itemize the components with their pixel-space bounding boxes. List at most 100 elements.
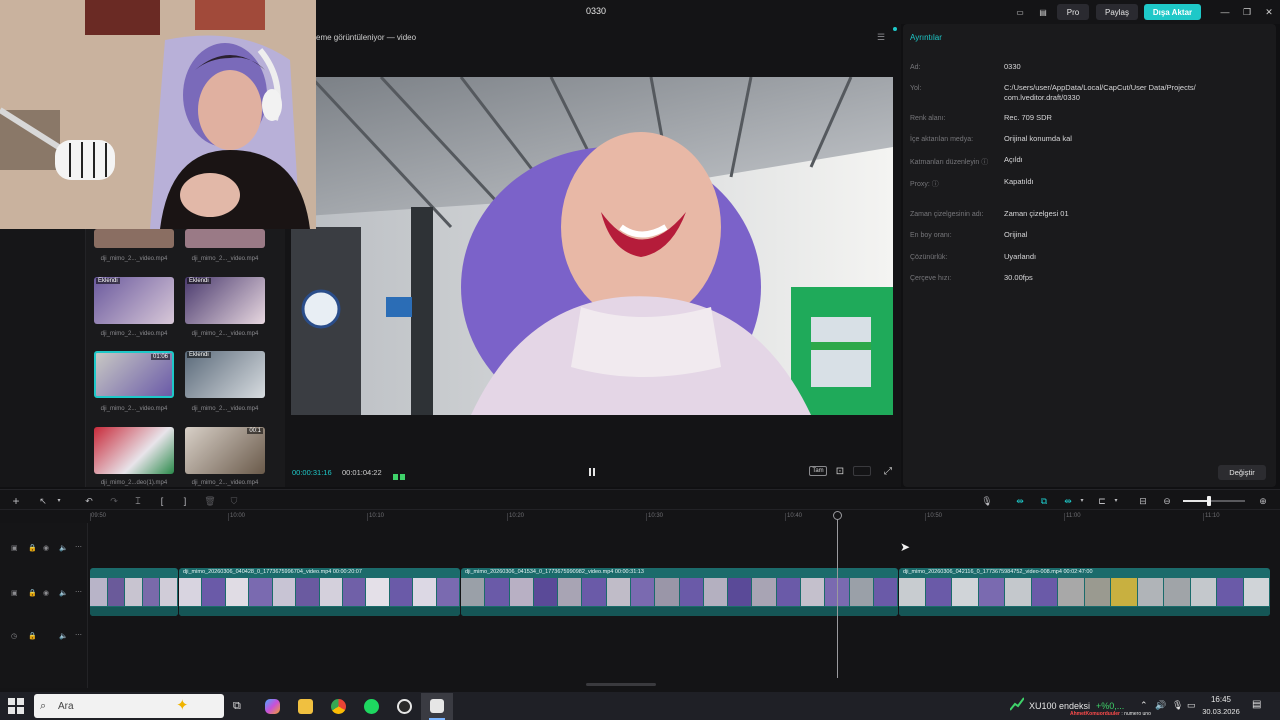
chrome-icon[interactable] — [331, 699, 346, 714]
stream-ticker: AhmetKomuorduuler : numero uno — [1070, 711, 1151, 717]
clip-label: dji_mimo_20260306_041534_0_1773675990982… — [465, 569, 644, 575]
network-icon[interactable]: ▭ — [1187, 700, 1196, 711]
pause-button[interactable] — [586, 465, 598, 477]
webcam-image — [0, 0, 316, 229]
export-button[interactable]: Dışa Aktar — [1144, 4, 1201, 20]
media-thumbnail[interactable]: Eklendi — [94, 277, 174, 324]
fullscreen-icon[interactable]: ⤢ — [881, 465, 895, 477]
sparkle-icon: ✦ — [176, 697, 189, 714]
magnet-icon[interactable]: ⧉ — [1037, 494, 1051, 508]
media-name: dji_mimo_2..._video.mp4 — [100, 331, 168, 337]
chevron-down-icon[interactable]: ▾ — [1109, 494, 1123, 508]
speaker-icon[interactable]: 🔈 — [59, 632, 68, 640]
add-icon[interactable]: + — [9, 494, 23, 508]
playhead[interactable] — [837, 512, 838, 678]
preview-axis-icon[interactable]: ⇹ — [1061, 494, 1075, 508]
shortcut-icon[interactable]: ▤ — [1035, 4, 1051, 20]
link-clips-icon[interactable]: ⇹ — [1013, 494, 1027, 508]
notification-icon[interactable]: ▤ — [1252, 699, 1261, 710]
layout-icon[interactable]: ▭ — [1011, 4, 1029, 20]
lock-icon[interactable]: 🔒 — [28, 544, 37, 552]
split-icon[interactable]: ⌶ — [131, 494, 145, 508]
redo-icon[interactable]: ↷ — [107, 494, 121, 508]
snapshot-icon[interactable]: ⊡ — [833, 465, 847, 477]
trim-right-icon[interactable]: ] — [178, 494, 192, 508]
chevron-up-icon[interactable]: ⌃ — [1140, 700, 1148, 711]
minimize-icon[interactable]: — — [1214, 4, 1236, 20]
delete-icon[interactable]: 🗑 — [203, 494, 217, 508]
obs-icon[interactable] — [397, 699, 412, 714]
video-preview[interactable] — [291, 77, 893, 415]
track-cover-icon[interactable]: ▣ — [11, 589, 18, 597]
added-badge: Eklendi — [187, 352, 211, 358]
capcut-taskbar-item[interactable] — [421, 693, 453, 720]
clock-date[interactable]: 30.03.2026 — [1200, 707, 1242, 716]
file-explorer-icon[interactable] — [298, 699, 313, 714]
change-button[interactable]: Değiştir — [1218, 465, 1266, 480]
close-icon[interactable]: ✕ — [1258, 4, 1280, 20]
volume-icon[interactable]: 🔊 — [1155, 700, 1166, 711]
media-thumbnail[interactable]: 00:1 — [185, 427, 265, 474]
more-icon[interactable]: ⋯ — [75, 631, 82, 639]
playhead-handle[interactable] — [833, 511, 842, 520]
zoom-out-icon[interactable]: ⊖ — [1160, 494, 1174, 508]
task-view-icon[interactable]: ⧉ — [233, 700, 241, 713]
shield-icon[interactable]: ⛉ — [227, 494, 241, 508]
zoom-slider-handle[interactable] — [1207, 496, 1211, 506]
speaker-icon[interactable]: 🔈 — [59, 589, 68, 597]
pro-button[interactable]: Pro — [1057, 4, 1089, 20]
chevron-down-icon[interactable]: ▾ — [1075, 494, 1089, 508]
media-thumbnail-selected[interactable]: 01:06 — [94, 351, 174, 398]
undo-icon[interactable]: ↶ — [82, 494, 96, 508]
timeline-clip[interactable] — [90, 568, 178, 616]
media-name: dji_mimo_2..._video.mp4 — [191, 480, 259, 486]
timeline-scrollbar[interactable] — [586, 683, 656, 686]
menu-icon[interactable]: ☰ — [877, 32, 885, 43]
timeline-clip[interactable]: dji_mimo_20260306_041534_0_1773675990982… — [461, 568, 898, 616]
ruler-tick — [1203, 513, 1204, 521]
more-icon[interactable]: ⋯ — [75, 543, 82, 551]
pro-label: Pro — [1066, 7, 1080, 17]
stock-name[interactable]: XU100 endeksi — [1029, 701, 1090, 711]
restore-icon[interactable]: ❐ — [1236, 4, 1258, 20]
detail-value: com.lveditor.draft/0330 — [1004, 93, 1080, 102]
media-thumbnail[interactable]: Eklendi — [185, 351, 265, 398]
ratio-button[interactable] — [853, 466, 871, 476]
start-button[interactable] — [8, 698, 24, 714]
copilot-icon[interactable] — [265, 699, 280, 714]
timeline-clip[interactable]: dji_mimo_20260306_040428_0_1773675996704… — [179, 568, 460, 616]
timeline-clip[interactable]: dji_mimo_20260306_042116_0_1773675984752… — [899, 568, 1270, 616]
align-icon[interactable]: ⊏ — [1095, 494, 1109, 508]
more-icon[interactable]: ⋯ — [75, 588, 82, 596]
detail-label: Ad: — [910, 64, 921, 71]
media-thumbnail[interactable] — [94, 229, 174, 248]
microphone-icon[interactable]: 🎙 — [980, 494, 994, 508]
detail-value: Rec. 709 SDR — [1004, 113, 1052, 122]
chevron-down-icon[interactable]: ▾ — [52, 494, 66, 508]
share-button[interactable]: Paylaş — [1096, 4, 1138, 20]
audio-track-icon[interactable]: ◷ — [11, 632, 17, 640]
media-thumbnail[interactable] — [94, 427, 174, 474]
speaker-icon[interactable]: 🔈 — [59, 544, 68, 552]
eye-icon[interactable]: ◉ — [43, 544, 49, 552]
spotify-icon[interactable] — [364, 699, 379, 714]
media-thumbnail[interactable]: Eklendi — [185, 277, 265, 324]
clock-time[interactable]: 16:45 — [1207, 695, 1235, 704]
clip-label: dji_mimo_20260306_042116_0_1773675984752… — [903, 569, 1093, 575]
zoom-in-icon[interactable]: ⊕ — [1256, 494, 1270, 508]
detail-value: Açıldı — [1004, 155, 1023, 164]
eye-icon[interactable]: ◉ — [43, 589, 49, 597]
media-thumbnail[interactable] — [185, 229, 265, 248]
trim-left-icon[interactable]: [ — [155, 494, 169, 508]
detail-value: Kapatıldı — [1004, 177, 1034, 186]
full-quality-button[interactable]: Tam — [809, 466, 827, 476]
change-label: Değiştir — [1229, 468, 1255, 477]
select-tool-icon[interactable]: ↖ — [36, 494, 50, 508]
microphone-tray-icon[interactable]: 🎙 — [1172, 700, 1183, 711]
lock-icon[interactable]: 🔒 — [28, 632, 37, 640]
track-cover-icon[interactable]: ▣ — [11, 544, 18, 552]
zoom-slider-fill — [1183, 500, 1209, 502]
lock-icon[interactable]: 🔒 — [28, 589, 37, 597]
video-frame-image — [291, 77, 893, 415]
caption-icon[interactable]: ⊟ — [1136, 494, 1150, 508]
